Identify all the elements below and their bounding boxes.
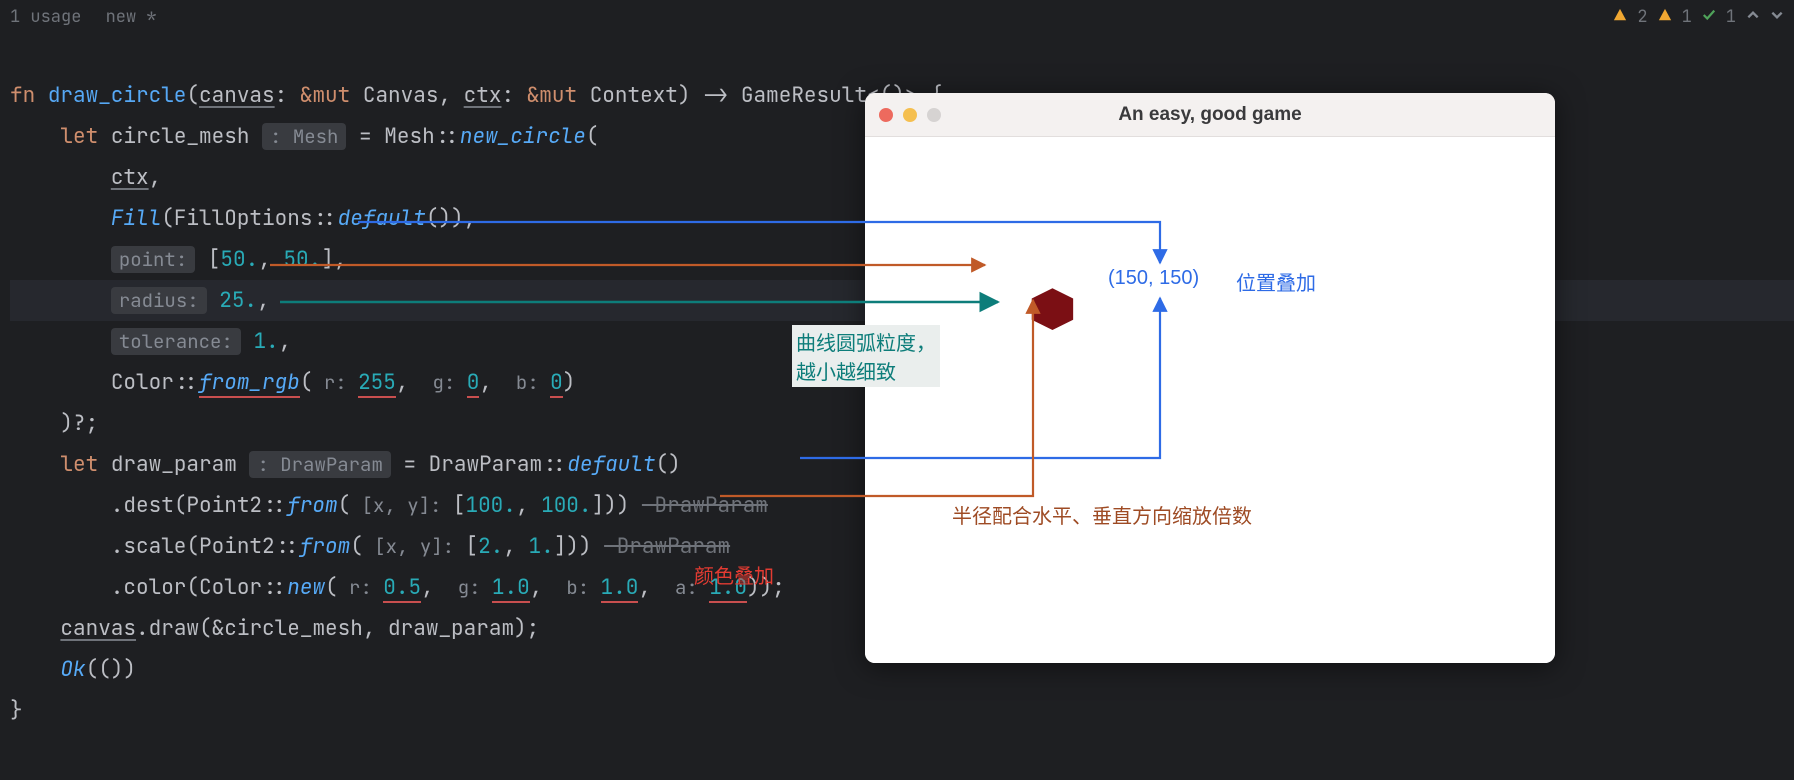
game-canvas	[865, 137, 1555, 663]
check-count: 1	[1726, 6, 1736, 28]
warning-count-1: 2	[1637, 6, 1647, 28]
anno-color-overlay: 颜色叠加	[694, 560, 774, 589]
check-icon[interactable]	[1702, 6, 1716, 28]
chevron-down-icon[interactable]	[1770, 6, 1784, 28]
call-scale: scale	[123, 533, 186, 560]
anno-position-overlay: 位置叠加	[1236, 267, 1316, 296]
traffic-lights[interactable]	[879, 108, 941, 122]
coord-label: (150, 150)	[1108, 267, 1199, 290]
warning-icon[interactable]	[1658, 6, 1672, 28]
warning-icon[interactable]	[1613, 6, 1627, 28]
call-dest: dest	[123, 492, 173, 519]
inspection-widget[interactable]: 2 1 1	[1613, 6, 1784, 28]
close-icon[interactable]	[879, 108, 893, 122]
type-hint-mesh: : Mesh	[262, 123, 346, 150]
editor-header: 1 usage new * 2 1 1	[0, 0, 1794, 34]
type-hint-strike: DrawParam	[642, 492, 768, 519]
circle-shape	[1032, 288, 1073, 330]
anno-arc-granularity: 曲线圆弧粒度， 越小越细致	[792, 325, 940, 387]
anno-radius-scale: 半径配合水平、垂直方向缩放倍数	[952, 500, 1252, 529]
blame-label[interactable]: new *	[106, 6, 157, 28]
chevron-up-icon[interactable]	[1746, 6, 1760, 28]
param-hint-point: point:	[111, 246, 195, 273]
call-color: color	[123, 574, 186, 601]
param-canvas: canvas	[199, 82, 275, 109]
warning-count-2: 1	[1682, 6, 1692, 28]
call-new-circle: new_circle	[460, 123, 586, 150]
param-hint-tolerance: tolerance:	[111, 328, 241, 355]
window-titlebar[interactable]: An easy, good game	[865, 93, 1555, 137]
usages-label[interactable]: 1 usage	[10, 6, 81, 28]
param-hint-radius: radius:	[111, 287, 207, 314]
fn-name: draw_circle	[48, 82, 187, 109]
call-from-rgb: from_rgb	[199, 369, 300, 398]
game-window: An easy, good game	[865, 93, 1555, 663]
window-title: An easy, good game	[1118, 104, 1301, 126]
minimize-icon[interactable]	[903, 108, 917, 122]
type-hint-drawparam: : DrawParam	[249, 451, 390, 478]
param-ctx: ctx	[464, 82, 502, 109]
maximize-icon[interactable]	[927, 108, 941, 122]
keyword-fn: fn	[10, 82, 35, 109]
